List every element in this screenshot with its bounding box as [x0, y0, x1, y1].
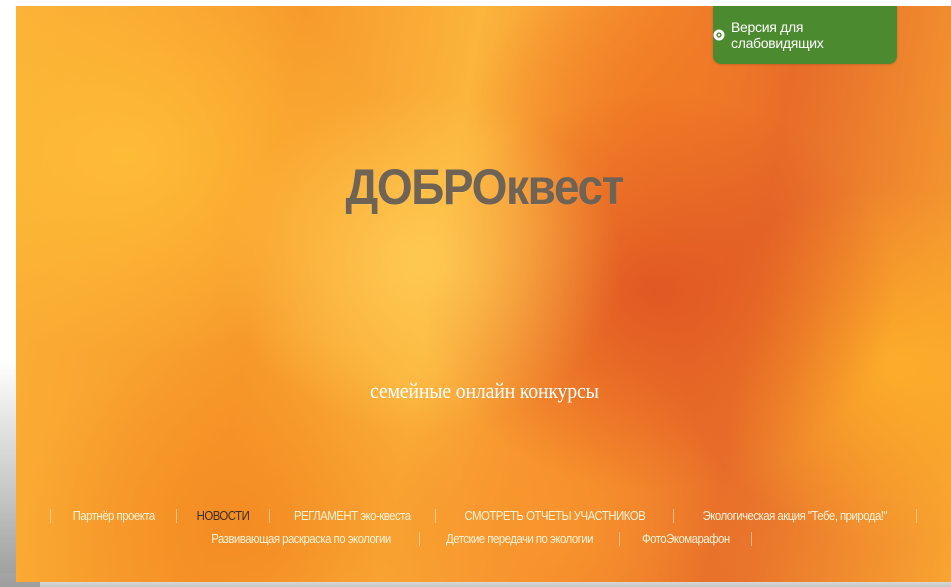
nav-separator — [269, 508, 271, 523]
accessibility-version-label: Версия для слабовидящих — [731, 19, 824, 51]
eye-icon — [713, 29, 725, 41]
nav-separator — [915, 508, 917, 523]
nav-item-news[interactable]: НОВОСТИ — [197, 508, 250, 523]
nav-separator — [50, 508, 52, 523]
site-title: ДОБРОквест — [345, 159, 624, 215]
site-subtitle: семейные онлайн конкурсы — [369, 378, 599, 403]
nav-item-kids-shows[interactable]: Детские передачи по экологии — [446, 531, 594, 546]
nav-item-partner[interactable]: Партнёр проекта — [73, 508, 156, 523]
nav-separator — [176, 508, 178, 523]
nav-separator — [434, 508, 436, 523]
nav-item-rules[interactable]: РЕГЛАМЕНТ эко-квеста — [294, 508, 411, 523]
nav-item-eco-action[interactable]: Экологическая акция "Тебе, природа!" — [703, 508, 888, 523]
nav-item-photo-marathon[interactable]: ФотоЭкомарафон — [642, 531, 730, 546]
main-nav-row-1: Партнёр проекта НОВОСТИ РЕГЛАМЕНТ эко-кв… — [16, 508, 951, 523]
nav-separator — [618, 531, 620, 546]
main-nav-row-2: Развивающая раскраска по экологии Детски… — [16, 531, 951, 546]
screen: Версия для слабовидящих ДОБРОквест семей… — [0, 0, 951, 587]
nav-separator — [751, 531, 753, 546]
nav-item-participant-reports[interactable]: СМОТРЕТЬ ОТЧЕТЫ УЧАСТНИКОВ — [464, 508, 645, 523]
nav-separator — [673, 508, 675, 523]
nav-item-coloring[interactable]: Развивающая раскраска по экологии — [211, 531, 391, 546]
accessibility-version-button[interactable]: Версия для слабовидящих — [713, 6, 897, 64]
nav-separator — [418, 531, 420, 546]
hero-banner: Версия для слабовидящих ДОБРОквест семей… — [16, 6, 951, 582]
